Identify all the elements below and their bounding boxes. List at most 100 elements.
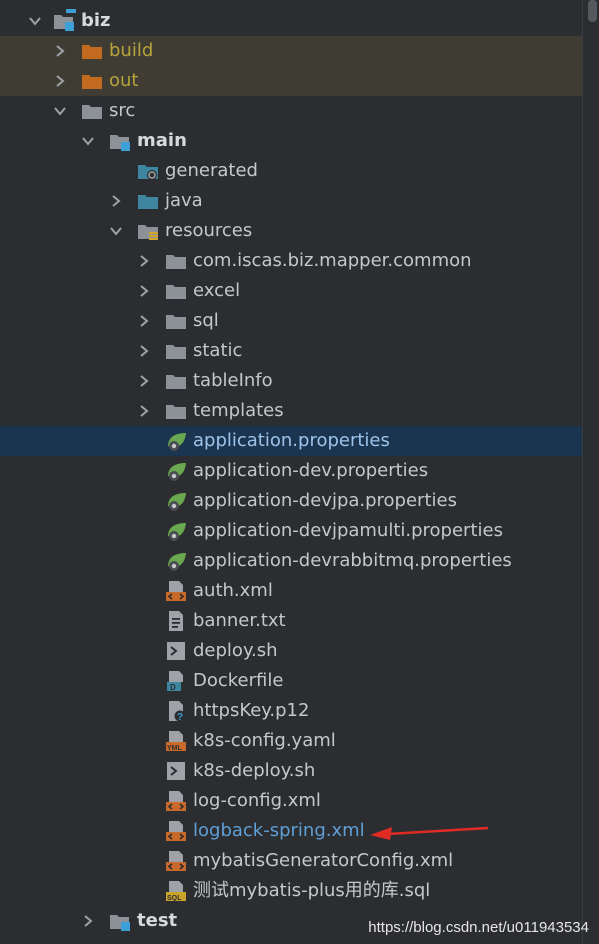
- generated-folder-icon: [137, 160, 159, 182]
- tree-node-label: k8s-deploy.sh: [193, 760, 316, 781]
- xml-file-icon: [165, 790, 187, 812]
- tree-node-label: mybatisGeneratorConfig.xml: [193, 850, 454, 871]
- vertical-scrollbar[interactable]: [582, 0, 599, 944]
- tree-node-application-devjpamulti-properties[interactable]: application-devjpamulti.properties: [0, 516, 582, 546]
- tree-node-label: sql: [193, 310, 219, 331]
- xml-file-icon: [165, 850, 187, 872]
- tree-node-label: excel: [193, 280, 241, 301]
- tree-node-sql[interactable]: sql: [0, 306, 582, 336]
- tree-node-java[interactable]: java: [0, 186, 582, 216]
- xml-file-icon: [165, 580, 187, 602]
- spring-properties-icon: [165, 490, 187, 512]
- tree-node-label: out: [109, 70, 139, 91]
- yaml-file-icon: YML: [165, 730, 187, 752]
- tree-node-logback-spring-xml[interactable]: logback-spring.xml: [0, 816, 582, 846]
- chevron-right-icon[interactable]: [45, 66, 75, 96]
- svg-text:YML: YML: [167, 745, 183, 752]
- tree-node-label: log-config.xml: [193, 790, 321, 811]
- chevron-right-icon[interactable]: [129, 306, 159, 336]
- source-folder-icon: [137, 190, 159, 212]
- tree-node-label: deploy.sh: [193, 640, 278, 661]
- spring-properties-icon: [165, 520, 187, 542]
- chevron-right-icon[interactable]: [129, 396, 159, 426]
- spring-properties-icon: [165, 430, 187, 452]
- tree-node-mybatisgeneratorconfig-xml[interactable]: mybatisGeneratorConfig.xml: [0, 846, 582, 876]
- module-folder-icon: [109, 910, 131, 932]
- svg-text:?: ?: [177, 712, 183, 722]
- excluded-folder-icon: [81, 40, 103, 62]
- tree-node-label: application-devjpa.properties: [193, 490, 457, 511]
- tree-node-k8s-config-yaml[interactable]: YML k8s-config.yaml: [0, 726, 582, 756]
- svg-text:SQL: SQL: [167, 895, 182, 902]
- tree-node-excel[interactable]: excel: [0, 276, 582, 306]
- chevron-right-icon[interactable]: [129, 366, 159, 396]
- tree-node-label: application-devrabbitmq.properties: [193, 550, 512, 571]
- tree-node-dockerfile[interactable]: D Dockerfile: [0, 666, 582, 696]
- tree-node-label: java: [165, 190, 203, 211]
- chevron-down-icon[interactable]: [73, 126, 103, 156]
- folder-icon: [165, 250, 187, 272]
- project-tree: biz build out src main generated java re…: [0, 0, 582, 944]
- chevron-right-icon[interactable]: [45, 36, 75, 66]
- tree-node-application-dev-properties[interactable]: application-dev.properties: [0, 456, 582, 486]
- annotation-arrow: [370, 826, 489, 840]
- tree-node-label: application-devjpamulti.properties: [193, 520, 503, 541]
- chevron-right-icon[interactable]: [129, 246, 159, 276]
- chevron-right-icon[interactable]: [129, 276, 159, 306]
- tree-node-log-config-xml[interactable]: log-config.xml: [0, 786, 582, 816]
- tree-node-deploy-sh[interactable]: deploy.sh: [0, 636, 582, 666]
- tree-node-label: generated: [165, 160, 258, 181]
- tree-node-label: application.properties: [193, 430, 390, 451]
- tree-node-generated[interactable]: generated: [0, 156, 582, 186]
- chevron-right-icon[interactable]: [129, 336, 159, 366]
- tree-node-main[interactable]: main: [0, 126, 582, 156]
- tree-node-application-devrabbitmq-properties[interactable]: application-devrabbitmq.properties: [0, 546, 582, 576]
- tree-node-label: test: [137, 910, 178, 931]
- svg-text:D: D: [170, 683, 176, 692]
- tree-node-banner-txt[interactable]: banner.txt: [0, 606, 582, 636]
- tree-node-auth-xml[interactable]: auth.xml: [0, 576, 582, 606]
- tree-node-application-properties[interactable]: application.properties: [0, 426, 582, 456]
- module-folder-icon: [53, 10, 75, 32]
- tree-node-label: com.iscas.biz.mapper.common: [193, 250, 472, 271]
- folder-icon: [165, 370, 187, 392]
- chevron-down-icon[interactable]: [101, 216, 131, 246]
- tree-node-k8s-deploy-sh[interactable]: k8s-deploy.sh: [0, 756, 582, 786]
- tree-node-label: logback-spring.xml: [193, 820, 365, 841]
- docker-file-icon: D: [165, 670, 187, 692]
- spring-properties-icon: [165, 550, 187, 572]
- tree-node-static[interactable]: static: [0, 336, 582, 366]
- folder-icon: [165, 310, 187, 332]
- tree-node-label: static: [193, 340, 243, 361]
- tree-node-tableinfo[interactable]: tableInfo: [0, 366, 582, 396]
- scrollbar-thumb[interactable]: [588, 0, 597, 22]
- tree-node-label: resources: [165, 220, 253, 241]
- chevron-right-icon[interactable]: [101, 186, 131, 216]
- tree-node-templates[interactable]: templates: [0, 396, 582, 426]
- resources-folder-icon: [137, 220, 159, 242]
- chevron-down-icon[interactable]: [20, 6, 50, 36]
- watermark: https://blog.csdn.net/u011943534: [368, 919, 589, 936]
- tree-node-label: application-dev.properties: [193, 460, 429, 481]
- tree-node-label: Dockerfile: [193, 670, 284, 691]
- folder-icon: [165, 280, 187, 302]
- tree-node-application-devjpa-properties[interactable]: application-devjpa.properties: [0, 486, 582, 516]
- spring-properties-icon: [165, 460, 187, 482]
- chevron-down-icon[interactable]: [45, 96, 75, 126]
- tree-node-label: 测试mybatis-plus用的库.sql: [193, 880, 431, 901]
- tree-node-label: templates: [193, 400, 284, 421]
- tree-node-build[interactable]: build: [0, 36, 582, 66]
- tree-node-resources[interactable]: resources: [0, 216, 582, 246]
- tree-node-out[interactable]: out: [0, 66, 582, 96]
- tree-node-com-iscas-biz-mapper-common[interactable]: com.iscas.biz.mapper.common: [0, 246, 582, 276]
- chevron-right-icon[interactable]: [73, 906, 103, 936]
- tree-node-httpskey-p12[interactable]: ? httpsKey.p12: [0, 696, 582, 726]
- tree-node-sql-file[interactable]: SQL 测试mybatis-plus用的库.sql: [0, 876, 582, 906]
- tree-node-label: biz: [81, 10, 111, 31]
- tree-node-label: auth.xml: [193, 580, 273, 601]
- tree-node-label: build: [109, 40, 154, 61]
- tree-node-src[interactable]: src: [0, 96, 582, 126]
- tree-node-label: tableInfo: [193, 370, 273, 391]
- tree-node-biz[interactable]: biz: [0, 6, 582, 36]
- tree-node-label: banner.txt: [193, 610, 286, 631]
